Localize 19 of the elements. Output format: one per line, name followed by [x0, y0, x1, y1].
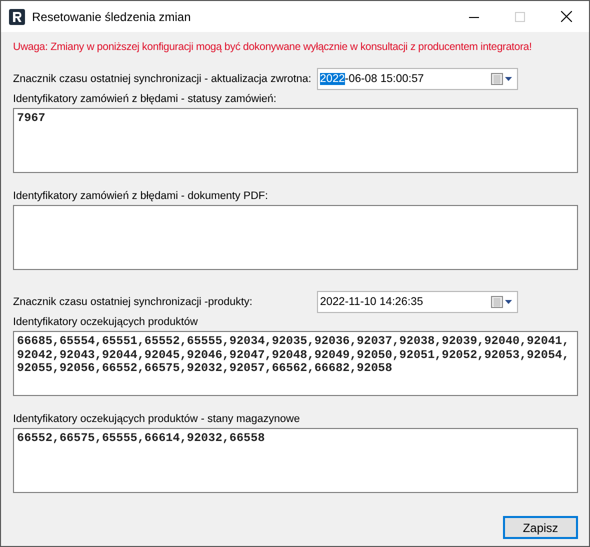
field-label: Identyfikatory zamówień z błędami - dokumenty PDF: [13, 190, 270, 202]
field-label: Znacznik czasu ostatniej synchronizacji -produkty: [13, 296, 254, 308]
date-time-picker[interactable]: 2022-06-08 15:00:57 [317, 68, 518, 90]
text-area[interactable]: 66685,65554,65551,65552,65555,92034,92035,92036,92037,92038,92039,92040,92041,92042,92043,92044,92045,92046,92047,92048,92049,92050,92051,92052,92053,92054,92055,92056,66552,66575,92032,92057,66562,66682,92058 [13, 331, 578, 396]
calendar-dropdown-icon[interactable] [491, 73, 513, 85]
field-label: Znacznik czasu ostatniej synchronizacji - aktualizacja zwrotna: [13, 73, 312, 85]
text-area[interactable] [13, 205, 578, 270]
window-title: Resetowanie śledzenia zmian [32, 10, 191, 24]
text-area[interactable]: 7967 [13, 108, 578, 173]
field-label: Identyfikatory oczekujących produktów - stany magazynowe [13, 413, 301, 425]
calendar-dropdown-icon[interactable] [491, 296, 513, 308]
save-button[interactable]: Zapisz [503, 516, 578, 539]
text-area[interactable]: 66552,66575,65555,66614,92032,66558 [13, 428, 578, 493]
app-logo-icon [9, 8, 25, 24]
field-label: Identyfikatory zamówień z błędami - statusy zamówień: [13, 93, 278, 105]
close-icon[interactable] [561, 11, 572, 22]
field-label: Identyfikatory oczekujących produktów [13, 316, 199, 328]
date-time-picker[interactable]: 2022-11-10 14:26:35 [317, 291, 518, 313]
warning-text: Uwaga: Zmiany w poniższej konfiguracji mogą być dokonywane wyłącznie w konsultacji z producentem integratora! [13, 41, 532, 53]
